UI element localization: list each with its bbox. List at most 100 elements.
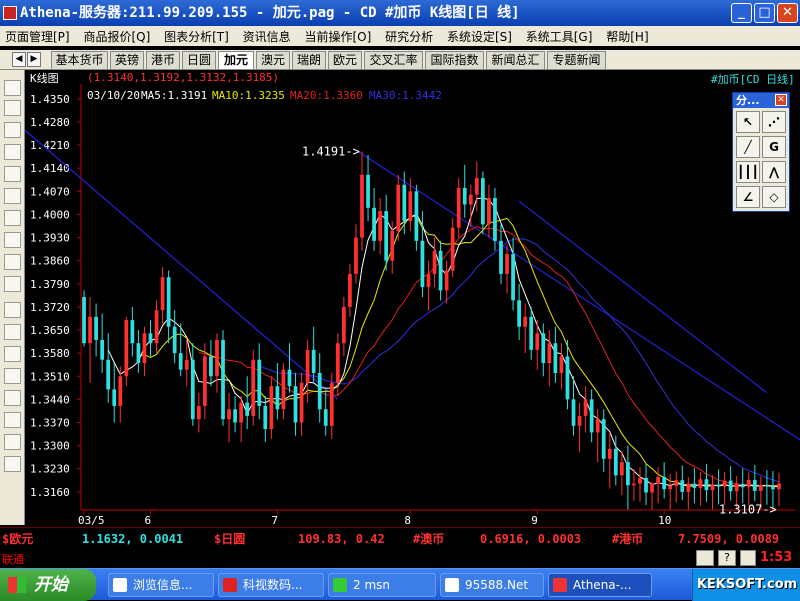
cross-icon[interactable] (4, 302, 21, 318)
drawing-palette-close-button[interactable]: ✕ (775, 94, 787, 106)
zoom-out-icon[interactable] (4, 434, 21, 450)
candle-body (384, 211, 389, 261)
quote-name-jpy[interactable]: $日圆 (214, 528, 245, 550)
print-icon[interactable] (4, 456, 21, 472)
chart-icon[interactable] (4, 232, 21, 248)
tab-basic-currency[interactable]: 基本货币 (51, 51, 108, 69)
layout-icon[interactable] (4, 122, 21, 138)
phone-icon[interactable] (4, 276, 21, 292)
help-icon[interactable]: ? (718, 550, 736, 566)
quote-value-eur: 1.1632, 0.0041 (82, 532, 184, 546)
task-browse-info[interactable]: 浏览信息... (108, 573, 214, 597)
candle-body (299, 382, 304, 423)
tab-aud[interactable]: 澳元 (256, 51, 290, 69)
menu-help[interactable]: 帮助[H] (601, 26, 653, 45)
status-clock: 1:53 (760, 550, 793, 565)
menu-page[interactable]: 页面管理[P] (0, 26, 75, 45)
candle-body (613, 448, 618, 476)
title-bar[interactable]: Athena-服务器:211.99.209.155 - 加元.pag - CD … (0, 0, 800, 26)
task-athena[interactable]: Athena-... (548, 573, 652, 597)
candle-body (293, 386, 298, 423)
candle-body (184, 359, 189, 370)
quote-name-eur[interactable]: $欧元 (2, 528, 33, 550)
table-icon[interactable] (4, 188, 21, 204)
window-icon[interactable] (4, 166, 21, 182)
tab-special-news[interactable]: 专题新闻 (547, 51, 606, 69)
angle-tool-icon[interactable]: ∠ (736, 186, 760, 208)
menu-settings[interactable]: 系统设定[S] (442, 26, 517, 45)
menu-chart-analysis[interactable]: 图表分析[T] (159, 26, 234, 45)
tab-jpy[interactable]: 日圆 (182, 51, 216, 69)
candle-body (142, 333, 147, 364)
keyboard-icon[interactable] (696, 550, 714, 566)
tab-chf[interactable]: 瑞朗 (292, 51, 326, 69)
tab-eur[interactable]: 欧元 (328, 51, 362, 69)
trend-icon[interactable] (4, 346, 21, 362)
fan-tool-icon[interactable]: ⋀ (762, 161, 786, 183)
tab-hkd[interactable]: 港币 (146, 51, 180, 69)
start-button[interactable]: 开始 (0, 569, 96, 601)
quote-name-hkd[interactable]: #港币 (612, 528, 643, 550)
pointer-tool-icon[interactable]: ↖ (736, 111, 760, 133)
quote-name-aud[interactable]: #澳币 (413, 528, 444, 550)
tab-cad[interactable]: 加元 (218, 51, 254, 69)
tab-gbp[interactable]: 英镑 (110, 51, 144, 69)
tab-cross-rates[interactable]: 交叉汇率 (364, 51, 423, 69)
candle-body (662, 476, 667, 490)
indicator-icon[interactable] (4, 368, 21, 384)
pen-icon[interactable] (4, 390, 21, 406)
dashed-line-tool-icon[interactable]: ⋰ (762, 111, 786, 133)
line-tool-icon[interactable]: ╱ (736, 136, 760, 158)
task-kshi-digital[interactable]: 科视数码... (218, 573, 324, 597)
candle-body (335, 343, 340, 383)
minimize-button[interactable]: _ (731, 3, 752, 23)
candle-body (752, 479, 757, 491)
x-tick-label: 10 (658, 514, 671, 525)
menu-info[interactable]: 资讯信息 (238, 26, 296, 45)
candle-body (462, 188, 467, 205)
candle-body (432, 250, 437, 274)
eraser-tool-icon[interactable]: ◇ (762, 186, 786, 208)
candle-body (396, 184, 401, 231)
candle-body (196, 405, 201, 420)
binoculars-icon[interactable] (4, 324, 21, 340)
zoom-in-icon[interactable] (4, 412, 21, 428)
candlestick-chart[interactable]: 1.3160 1.3230 1.3300 1.3370 1.3440 1.3510 1.35… (25, 70, 800, 525)
candle-body (263, 405, 268, 430)
quote-value-aud: 0.6916, 0.0003 (480, 532, 582, 546)
symbol-title: #加币[CD 日线] (711, 73, 795, 86)
gann-tool-button[interactable]: G (762, 136, 786, 158)
x-tick-label: 9 (531, 514, 538, 525)
candle-body (607, 448, 612, 459)
candle-body (311, 349, 316, 373)
tab-news-summary[interactable]: 新闻总汇 (486, 51, 545, 69)
ma10-readout: MA10:1.3235 (212, 89, 285, 102)
task-95588[interactable]: 95588.Net (440, 573, 544, 597)
maximize-button[interactable]: □ (754, 3, 775, 23)
cycle-lines-tool-icon[interactable]: ┃┃┃ (736, 161, 760, 183)
candle-body (674, 480, 679, 486)
ime-icon[interactable] (740, 550, 756, 566)
tab-next-arrow-icon[interactable]: ▶ (27, 52, 41, 67)
ma20-readout: MA20:1.3360 (290, 89, 363, 102)
chart-area[interactable]: 1.3160 1.3230 1.3300 1.3370 1.3440 1.3510 1.35… (25, 70, 800, 525)
task-msn[interactable]: 2 msn (328, 573, 436, 597)
new-page-icon[interactable] (4, 80, 21, 96)
y-tick-label: 1.3650 (30, 324, 70, 337)
menu-research[interactable]: 研究分析 (380, 26, 438, 45)
tab-intl-index[interactable]: 国际指数 (425, 51, 484, 69)
y-tick-label: 1.3580 (30, 347, 70, 360)
y-tick-label: 1.3790 (30, 278, 70, 291)
x-tick-label: 03/5 (78, 514, 105, 525)
menu-tools[interactable]: 系统工具[G] (521, 26, 598, 45)
quote-list-icon[interactable] (4, 100, 21, 116)
tab-prev-arrow-icon[interactable]: ◀ (12, 52, 26, 67)
list-icon[interactable] (4, 210, 21, 226)
menu-quotes[interactable]: 商品报价[Q] (78, 26, 155, 45)
price-annotation: 1.4191-> (302, 144, 360, 158)
calendar-icon[interactable] (4, 144, 21, 160)
close-button[interactable]: ✕ (777, 3, 798, 23)
clip-icon[interactable] (4, 254, 21, 270)
candle-body (517, 300, 521, 327)
menu-current-op[interactable]: 当前操作[O] (299, 26, 376, 45)
